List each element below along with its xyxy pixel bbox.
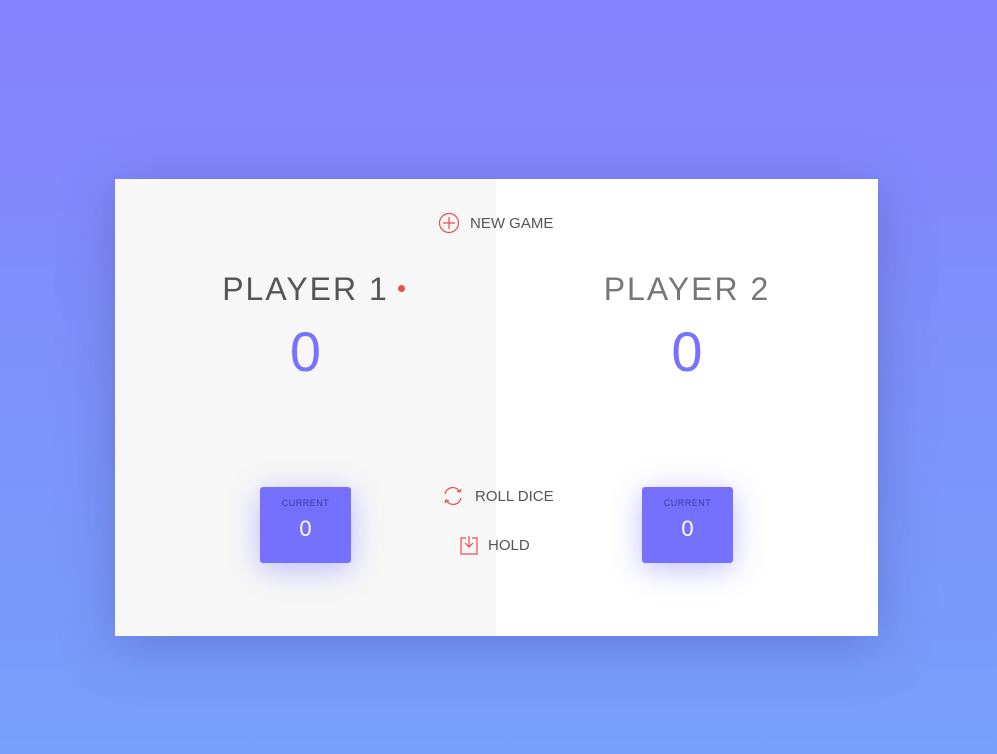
player-2-name: PLAYER 2 [603,271,771,307]
roll-dice-label: ROLL DICE [475,487,554,505]
hold-button[interactable]: HOLD [460,535,530,555]
current-label: CURRENT [663,498,712,508]
player-1-score: 0 [289,320,322,383]
player-2-panel: PLAYER 2 0 CURRENT 0 [496,179,878,636]
new-game-label: NEW GAME [470,214,554,232]
player-1-current-score: 0 [299,516,312,541]
download-box-icon [460,536,478,555]
new-game-button[interactable]: NEW GAME [438,212,553,234]
hold-label: HOLD [488,536,530,554]
player-1-name: PLAYER 1 [222,271,389,307]
roll-dice-button[interactable]: ROLL DICE [441,485,554,507]
player-1-panel: PLAYER 1 0 CURRENT 0 [115,179,496,636]
game-board: PLAYER 1 0 CURRENT 0 PLAYER 2 0 CURRENT … [115,179,878,636]
current-label: CURRENT [281,498,330,508]
player-2-current-box: CURRENT 0 [642,487,733,563]
player-2-current-score: 0 [681,516,694,541]
player-2-score: 0 [671,320,703,383]
plus-circle-icon [438,212,460,234]
active-player-indicator [398,285,405,292]
player-1-current-box: CURRENT 0 [260,487,351,563]
refresh-icon [444,486,462,506]
